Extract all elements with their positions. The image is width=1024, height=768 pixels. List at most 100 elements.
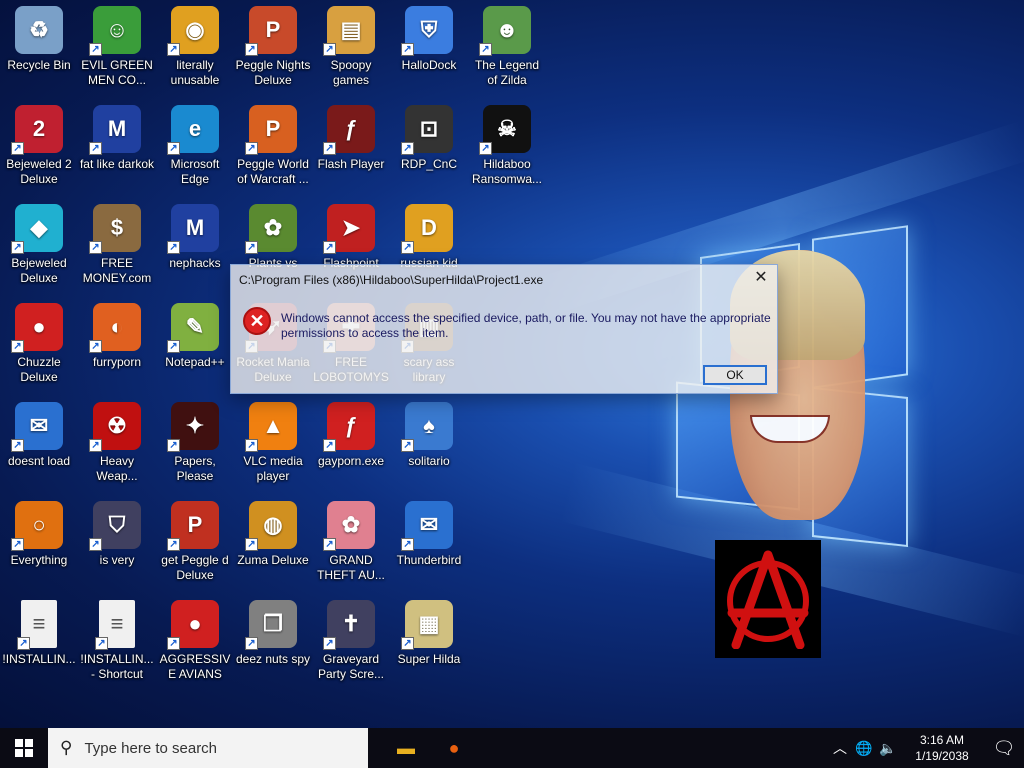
desktop-icon-label: RDP_CnC: [400, 157, 457, 171]
desktop-icon-installin[interactable]: ≡ ↗ !INSTALLIN...: [0, 594, 78, 690]
network-icon[interactable]: 🌐: [852, 740, 876, 757]
desktop-icon-heavy-weap[interactable]: ☢ ↗ Heavy Weap...: [78, 396, 156, 492]
desktop-icon-bejeweled-2-deluxe[interactable]: 2 ↗ Bejeweled 2 Deluxe: [0, 99, 78, 195]
desktop-icon-is-very[interactable]: ⛉ ↗ is very: [78, 495, 156, 591]
papers-please-icon: ✦ ↗: [167, 402, 219, 452]
shortcut-arrow-icon: ↗: [245, 637, 258, 650]
clock-time: 3:16 AM: [919, 733, 965, 747]
shortcut-arrow-icon: ↗: [401, 637, 414, 650]
desktop-icon-get-peggle-d-deluxe[interactable]: P ↗ get Peggle d Deluxe: [156, 495, 234, 591]
desktop-icon-vlc-media-player[interactable]: ▲ ↗ VLC media player: [234, 396, 312, 492]
shortcut-arrow-icon: ↗: [323, 142, 336, 155]
desktop-icon-gayporn-exe[interactable]: ƒ ↗ gayporn.exe: [312, 396, 390, 492]
clock[interactable]: 3:16 AM 1/19/2038: [900, 732, 984, 764]
desktop-icon-label: The Legend of Zilda: [474, 58, 540, 87]
desktop-icon-microsoft-edge[interactable]: e ↗ Microsoft Edge: [156, 99, 234, 195]
desktop-icon-label: doesnt load: [7, 454, 71, 468]
zelda-character-icon: ☻ ↗: [479, 6, 531, 56]
shortcut-arrow-icon: ↗: [245, 43, 258, 56]
desktop-icon-label: Bejeweled 2 Deluxe: [6, 157, 72, 186]
desktop-icon-literally-unusable[interactable]: ◉ ↗ literally unusable: [156, 0, 234, 96]
shortcut-arrow-icon: ↗: [245, 439, 258, 452]
desktop-icon-label: furryporn: [92, 355, 142, 369]
desktop-icon-installin-shortcut[interactable]: ≡ ↗ !INSTALLIN... - Shortcut: [78, 594, 156, 690]
desktop-icon-peggle-nights-deluxe[interactable]: P ↗ Peggle Nights Deluxe: [234, 0, 312, 96]
peggle-icon: P ↗: [245, 6, 297, 56]
mpi-shield-icon: ⛉ ↗: [89, 501, 141, 551]
ok-button[interactable]: OK: [703, 365, 767, 385]
desktop-icon-bejeweled-deluxe[interactable]: ◆ ↗ Bejeweled Deluxe: [0, 198, 78, 294]
desktop-icon-everything[interactable]: ○ ↗ Everything: [0, 495, 78, 591]
shortcut-arrow-icon: ↗: [11, 538, 24, 551]
notepad-icon: ✎ ↗: [167, 303, 219, 353]
radiation-icon: ☢ ↗: [89, 402, 141, 452]
desktop-icon-label: Graveyard Party Scre...: [317, 652, 385, 681]
chuzzle-icon: ● ↗: [11, 303, 63, 353]
volume-icon[interactable]: 🔈: [876, 740, 900, 757]
shortcut-arrow-icon: ↗: [323, 637, 336, 650]
desktop-icon-hallodock[interactable]: ⛨ ↗ HalloDock: [390, 0, 468, 96]
file-explorer-icon[interactable]: ▬: [382, 728, 430, 768]
desktop-icon-deez-nuts-spy[interactable]: ❐ ↗ deez nuts spy: [234, 594, 312, 690]
desktop-icon-solitario[interactable]: ♠ ↗ solitario: [390, 396, 468, 492]
shortcut-arrow-icon: ↗: [89, 538, 102, 551]
flash-icon: ƒ ↗: [323, 402, 375, 452]
shortcut-arrow-icon: ↗: [245, 142, 258, 155]
shortcut-arrow-icon: ↗: [167, 637, 180, 650]
magnifier-icon: ○ ↗: [11, 501, 63, 551]
desktop-icon-label: Papers, Please: [174, 454, 216, 483]
firefox-icon[interactable]: ●: [430, 728, 478, 768]
gem-icon: ◆ ↗: [11, 204, 63, 254]
document-icon: ≡ ↗: [17, 600, 57, 650]
desktop-icon-evil-green-men-co[interactable]: ☺ ↗ EVIL GREEN MEN CO...: [78, 0, 156, 96]
taskbar-pinned-apps: ▬ ●: [382, 728, 478, 768]
desktop: ♻ Recycle Bin 2 ↗ Bejeweled 2 Deluxe ◆ ↗ Bejewe…: [0, 0, 1024, 728]
desktop-icon-papers-please[interactable]: ✦ ↗ Papers, Please: [156, 396, 234, 492]
taskbar: ⚲ Type here to search ▬ ● ︿ 🌐 🔈 3:16 AM 1…: [0, 728, 1024, 768]
desktop-icon-aggressive-avians[interactable]: ● ↗ AGGRESSIVE AVIANS: [156, 594, 234, 690]
windows-logo-icon: [15, 739, 33, 757]
desktop-icon-furryporn[interactable]: ◐ ↗ furryporn: [78, 297, 156, 393]
desktop-icon-label: deez nuts spy: [235, 652, 311, 666]
desktop-icon-label: Chuzzle Deluxe: [17, 355, 61, 384]
desktop-icon-hildaboo-ransomwa[interactable]: ☠ ↗ Hildaboo Ransomwa...: [468, 99, 546, 195]
shortcut-arrow-icon: ↗: [167, 538, 180, 551]
show-hidden-icons-button[interactable]: ︿: [828, 738, 852, 758]
desktop-icon-label: fat like darkok: [79, 157, 155, 171]
desktop-icon-chuzzle-deluxe[interactable]: ● ↗ Chuzzle Deluxe: [0, 297, 78, 393]
desktop-icon-peggle-world-of-warcraft[interactable]: P ↗ Peggle World of Warcraft ...: [234, 99, 312, 195]
close-button[interactable]: ✕: [751, 269, 771, 289]
desktop-icon-recycle-bin[interactable]: ♻ Recycle Bin: [0, 0, 78, 96]
desktop-icon-the-legend-of-zilda[interactable]: ☻ ↗ The Legend of Zilda: [468, 0, 546, 96]
desktop-icon-grand-theft-au[interactable]: ✿ ↗ GRAND THEFT AU...: [312, 495, 390, 591]
desktop-icon-graveyard-party-scre[interactable]: ✝ ↗ Graveyard Party Scre...: [312, 594, 390, 690]
shortcut-arrow-icon: ↗: [401, 241, 414, 254]
desktop-icon-rdp-cnc[interactable]: ⊡ ↗ RDP_CnC: [390, 99, 468, 195]
search-box[interactable]: ⚲ Type here to search: [48, 728, 368, 768]
desktop-icon-label: Peggle Nights Deluxe: [235, 58, 311, 87]
recycle-bin-icon: ♻: [15, 6, 63, 54]
desktop-icon-nephacks[interactable]: M ↗ nephacks: [156, 198, 234, 294]
shortcut-arrow-icon: ↗: [245, 538, 258, 551]
shortcut-arrow-icon: ↗: [89, 142, 102, 155]
shortcut-arrow-icon: ↗: [323, 538, 336, 551]
desktop-icon-free-money-com[interactable]: $ ↗ FREE MONEY.com: [78, 198, 156, 294]
error-icon: ✕: [243, 307, 271, 335]
desktop-icon-label: HalloDock: [401, 58, 457, 72]
desktop-icon-thunderbird[interactable]: ✉ ↗ Thunderbird: [390, 495, 468, 591]
notification-center-icon[interactable]: 🗨: [984, 738, 1024, 759]
mpi-logo-icon: M ↗: [89, 105, 141, 155]
desktop-icon-label: is very: [99, 553, 135, 567]
desktop-icon-label: !INSTALLIN...: [2, 652, 76, 666]
desktop-icon-flash-player[interactable]: ƒ ↗ Flash Player: [312, 99, 390, 195]
desktop-icon-spoopy-games[interactable]: ▤ ↗ Spoopy games: [312, 0, 390, 96]
desktop-icon-zuma-deluxe[interactable]: ◍ ↗ Zuma Deluxe: [234, 495, 312, 591]
desktop-icon-doesnt-load[interactable]: ✉ ↗ doesnt load: [0, 396, 78, 492]
start-button[interactable]: [0, 728, 48, 768]
desktop-icon-fat-like-darkok[interactable]: M ↗ fat like darkok: [78, 99, 156, 195]
desktop-icon-label: Peggle World of Warcraft ...: [237, 157, 309, 186]
desktop-icon-label: Notepad++: [165, 355, 225, 369]
desktop-icon-notepad[interactable]: ✎ ↗ Notepad++: [156, 297, 234, 393]
desktop-icon-super-hilda[interactable]: ▦ ↗ Super Hilda: [390, 594, 468, 690]
clock-date: 1/19/2038: [915, 749, 969, 763]
